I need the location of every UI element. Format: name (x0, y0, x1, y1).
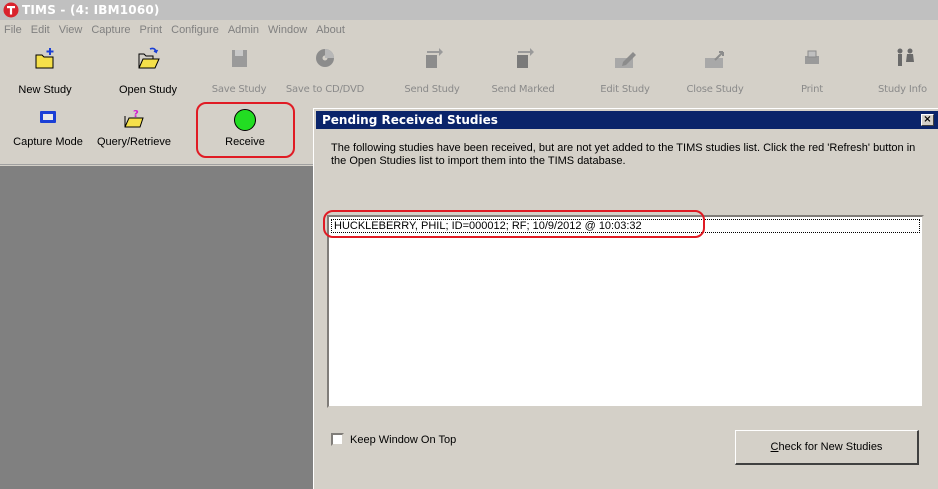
query-retrieve-label: Query/Retrieve (97, 136, 171, 148)
save-to-cd-label: Save to CD/DVD (285, 84, 365, 95)
keep-on-top-control[interactable]: Keep Window On Top (331, 433, 456, 446)
print-label: Print (800, 84, 823, 95)
workspace-background (0, 166, 318, 489)
pending-received-studies-dialog: Pending Received Studies × The following… (313, 108, 938, 489)
menu-file[interactable]: File (4, 24, 22, 36)
close-study-label: Close Study (686, 84, 744, 95)
capture-mode-label: Capture Mode (13, 136, 83, 148)
capture-mode-icon (40, 111, 56, 123)
menu-configure[interactable]: Configure (171, 24, 219, 36)
menu-view[interactable]: View (59, 24, 83, 36)
keep-on-top-checkbox[interactable] (331, 433, 344, 446)
save-study-label: Save Study (211, 84, 267, 95)
print-button[interactable]: Print (788, 44, 836, 100)
close-study-button[interactable]: Close Study (680, 44, 750, 100)
new-study-button[interactable]: New Study (14, 44, 76, 100)
window-title: TIMS - (4: IBM1060) (22, 3, 160, 17)
menu-capture[interactable]: Capture (91, 24, 130, 36)
new-study-label: New Study (18, 84, 72, 96)
menu-admin[interactable]: Admin (228, 24, 259, 36)
send-marked-button[interactable]: Send Marked (480, 44, 566, 100)
check-for-new-studies-label: Check for New Studies (770, 441, 883, 453)
save-to-cd-button[interactable]: Save to CD/DVD (284, 44, 366, 100)
menu-about[interactable]: About (316, 24, 345, 36)
study-info-label: Study Info (878, 84, 927, 95)
dialog-title-bar: Pending Received Studies × (316, 111, 938, 129)
menu-window[interactable]: Window (268, 24, 307, 36)
dialog-message: The following studies have been received… (331, 142, 916, 167)
toolbar-separator (0, 164, 318, 165)
edit-study-button[interactable]: Edit Study (590, 44, 660, 100)
study-info-button[interactable]: Study Info (872, 44, 938, 100)
pending-studies-list[interactable]: HUCKLEBERRY, PHIL; ID=000012; RF; 10/9/2… (327, 215, 924, 408)
send-study-icon (426, 48, 443, 68)
send-marked-icon (517, 48, 534, 68)
keep-on-top-label: Keep Window On Top (350, 433, 457, 446)
study-info-icon (897, 48, 914, 66)
send-study-button[interactable]: Send Study (398, 44, 466, 100)
open-study-button[interactable]: Open Study (110, 44, 186, 100)
save-study-button[interactable]: Save Study (208, 44, 270, 100)
printer-icon (805, 50, 819, 64)
title-bar: TIMS - (4: IBM1060) (0, 0, 938, 20)
close-icon[interactable]: × (921, 114, 934, 126)
cd-icon (316, 49, 334, 67)
send-study-label: Send Study (404, 84, 460, 95)
check-for-new-studies-button[interactable]: Check for New Studies (735, 430, 919, 465)
send-marked-label: Send Marked (491, 84, 555, 95)
study-row-highlight-annotation (323, 210, 705, 238)
query-retrieve-button[interactable]: ? Query/Retrieve (90, 108, 178, 154)
edit-study-icon (615, 52, 636, 68)
query-retrieve-icon: ? (124, 109, 144, 128)
svg-text:?: ? (133, 109, 139, 120)
tims-logo-icon (3, 2, 19, 18)
close-study-icon (705, 51, 724, 68)
menu-edit[interactable]: Edit (31, 24, 50, 36)
dialog-title: Pending Received Studies (322, 113, 498, 127)
edit-study-label: Edit Study (600, 84, 650, 95)
save-study-icon (232, 50, 247, 67)
capture-mode-button[interactable]: Capture Mode (12, 108, 84, 154)
open-folder-icon (138, 47, 160, 69)
new-study-icon (35, 48, 54, 69)
main-toolbar: New Study Open Study Save Study Save to … (0, 44, 938, 106)
menu-bar: File Edit View Capture Print Configure A… (0, 20, 938, 40)
menu-print[interactable]: Print (140, 24, 163, 36)
open-study-label: Open Study (118, 84, 178, 96)
receive-highlight-annotation (196, 102, 295, 158)
